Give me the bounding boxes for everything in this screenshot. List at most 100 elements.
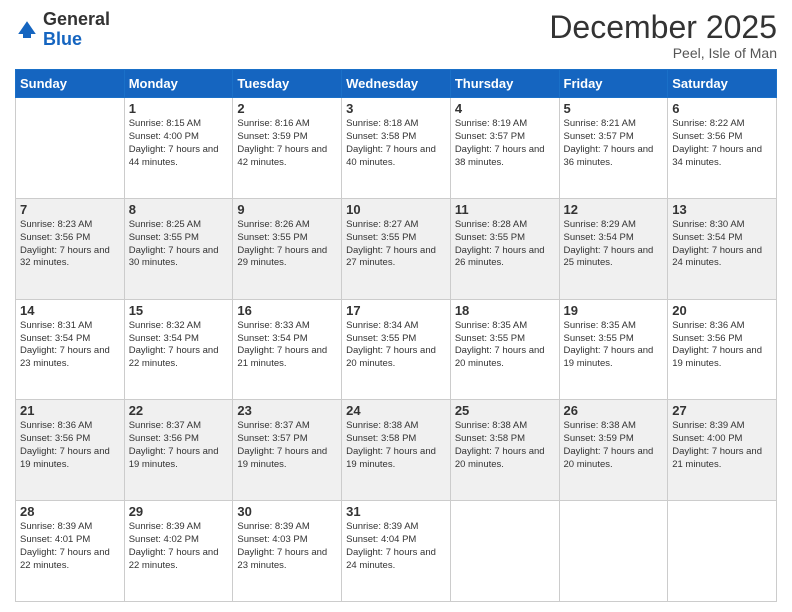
calendar-cell: 10 Sunrise: 8:27 AM Sunset: 3:55 PM Dayl… [342, 198, 451, 299]
day-number: 11 [455, 202, 555, 217]
calendar-week-row: 28 Sunrise: 8:39 AM Sunset: 4:01 PM Dayl… [16, 501, 777, 602]
day-number: 24 [346, 403, 446, 418]
day-number: 21 [20, 403, 120, 418]
logo-text: General Blue [43, 10, 110, 50]
day-info: Sunrise: 8:35 AM Sunset: 3:55 PM Dayligh… [564, 320, 664, 371]
day-number: 4 [455, 101, 555, 116]
day-info: Sunrise: 8:39 AM Sunset: 4:03 PM Dayligh… [237, 521, 337, 572]
location: Peel, Isle of Man [549, 45, 777, 61]
calendar-cell: 20 Sunrise: 8:36 AM Sunset: 3:56 PM Dayl… [668, 299, 777, 400]
day-info: Sunrise: 8:31 AM Sunset: 3:54 PM Dayligh… [20, 320, 120, 371]
day-number: 9 [237, 202, 337, 217]
calendar-cell [450, 501, 559, 602]
logo: General Blue [15, 10, 110, 50]
day-info: Sunrise: 8:34 AM Sunset: 3:55 PM Dayligh… [346, 320, 446, 371]
calendar-cell [668, 501, 777, 602]
day-number: 2 [237, 101, 337, 116]
calendar-cell: 6 Sunrise: 8:22 AM Sunset: 3:56 PM Dayli… [668, 98, 777, 199]
calendar-cell: 4 Sunrise: 8:19 AM Sunset: 3:57 PM Dayli… [450, 98, 559, 199]
calendar-cell: 30 Sunrise: 8:39 AM Sunset: 4:03 PM Dayl… [233, 501, 342, 602]
header-monday: Monday [124, 70, 233, 98]
calendar-table: Sunday Monday Tuesday Wednesday Thursday… [15, 69, 777, 602]
day-number: 14 [20, 303, 120, 318]
calendar-cell: 18 Sunrise: 8:35 AM Sunset: 3:55 PM Dayl… [450, 299, 559, 400]
calendar-cell: 28 Sunrise: 8:39 AM Sunset: 4:01 PM Dayl… [16, 501, 125, 602]
day-info: Sunrise: 8:39 AM Sunset: 4:02 PM Dayligh… [129, 521, 229, 572]
calendar-cell: 17 Sunrise: 8:34 AM Sunset: 3:55 PM Dayl… [342, 299, 451, 400]
day-info: Sunrise: 8:33 AM Sunset: 3:54 PM Dayligh… [237, 320, 337, 371]
day-info: Sunrise: 8:28 AM Sunset: 3:55 PM Dayligh… [455, 219, 555, 270]
day-info: Sunrise: 8:35 AM Sunset: 3:55 PM Dayligh… [455, 320, 555, 371]
day-number: 19 [564, 303, 664, 318]
calendar-cell: 27 Sunrise: 8:39 AM Sunset: 4:00 PM Dayl… [668, 400, 777, 501]
calendar-week-row: 7 Sunrise: 8:23 AM Sunset: 3:56 PM Dayli… [16, 198, 777, 299]
day-info: Sunrise: 8:32 AM Sunset: 3:54 PM Dayligh… [129, 320, 229, 371]
header-wednesday: Wednesday [342, 70, 451, 98]
calendar-cell [559, 501, 668, 602]
header-saturday: Saturday [668, 70, 777, 98]
day-number: 5 [564, 101, 664, 116]
calendar-cell: 8 Sunrise: 8:25 AM Sunset: 3:55 PM Dayli… [124, 198, 233, 299]
calendar-cell: 25 Sunrise: 8:38 AM Sunset: 3:58 PM Dayl… [450, 400, 559, 501]
day-number: 15 [129, 303, 229, 318]
day-info: Sunrise: 8:29 AM Sunset: 3:54 PM Dayligh… [564, 219, 664, 270]
calendar-cell: 7 Sunrise: 8:23 AM Sunset: 3:56 PM Dayli… [16, 198, 125, 299]
calendar-cell: 16 Sunrise: 8:33 AM Sunset: 3:54 PM Dayl… [233, 299, 342, 400]
month-title: December 2025 [549, 10, 777, 45]
calendar-cell: 9 Sunrise: 8:26 AM Sunset: 3:55 PM Dayli… [233, 198, 342, 299]
calendar-cell: 14 Sunrise: 8:31 AM Sunset: 3:54 PM Dayl… [16, 299, 125, 400]
calendar-week-row: 21 Sunrise: 8:36 AM Sunset: 3:56 PM Dayl… [16, 400, 777, 501]
day-info: Sunrise: 8:37 AM Sunset: 3:56 PM Dayligh… [129, 420, 229, 471]
day-info: Sunrise: 8:22 AM Sunset: 3:56 PM Dayligh… [672, 118, 772, 169]
header-friday: Friday [559, 70, 668, 98]
calendar-cell: 22 Sunrise: 8:37 AM Sunset: 3:56 PM Dayl… [124, 400, 233, 501]
calendar-cell: 5 Sunrise: 8:21 AM Sunset: 3:57 PM Dayli… [559, 98, 668, 199]
day-number: 6 [672, 101, 772, 116]
day-info: Sunrise: 8:25 AM Sunset: 3:55 PM Dayligh… [129, 219, 229, 270]
day-info: Sunrise: 8:39 AM Sunset: 4:00 PM Dayligh… [672, 420, 772, 471]
calendar-cell: 2 Sunrise: 8:16 AM Sunset: 3:59 PM Dayli… [233, 98, 342, 199]
header-thursday: Thursday [450, 70, 559, 98]
calendar-cell: 21 Sunrise: 8:36 AM Sunset: 3:56 PM Dayl… [16, 400, 125, 501]
day-number: 17 [346, 303, 446, 318]
page: General Blue December 2025 Peel, Isle of… [0, 0, 792, 612]
header-tuesday: Tuesday [233, 70, 342, 98]
day-info: Sunrise: 8:21 AM Sunset: 3:57 PM Dayligh… [564, 118, 664, 169]
day-number: 18 [455, 303, 555, 318]
day-info: Sunrise: 8:27 AM Sunset: 3:55 PM Dayligh… [346, 219, 446, 270]
calendar-cell: 26 Sunrise: 8:38 AM Sunset: 3:59 PM Dayl… [559, 400, 668, 501]
calendar-cell: 11 Sunrise: 8:28 AM Sunset: 3:55 PM Dayl… [450, 198, 559, 299]
header-sunday: Sunday [16, 70, 125, 98]
day-number: 7 [20, 202, 120, 217]
day-number: 16 [237, 303, 337, 318]
day-info: Sunrise: 8:36 AM Sunset: 3:56 PM Dayligh… [20, 420, 120, 471]
day-info: Sunrise: 8:37 AM Sunset: 3:57 PM Dayligh… [237, 420, 337, 471]
calendar-cell: 31 Sunrise: 8:39 AM Sunset: 4:04 PM Dayl… [342, 501, 451, 602]
day-info: Sunrise: 8:38 AM Sunset: 3:59 PM Dayligh… [564, 420, 664, 471]
day-info: Sunrise: 8:23 AM Sunset: 3:56 PM Dayligh… [20, 219, 120, 270]
day-number: 31 [346, 504, 446, 519]
logo-icon [15, 18, 39, 42]
day-number: 30 [237, 504, 337, 519]
day-number: 27 [672, 403, 772, 418]
calendar-header-row: Sunday Monday Tuesday Wednesday Thursday… [16, 70, 777, 98]
header: General Blue December 2025 Peel, Isle of… [15, 10, 777, 61]
calendar-cell: 15 Sunrise: 8:32 AM Sunset: 3:54 PM Dayl… [124, 299, 233, 400]
calendar-week-row: 1 Sunrise: 8:15 AM Sunset: 4:00 PM Dayli… [16, 98, 777, 199]
title-section: December 2025 Peel, Isle of Man [549, 10, 777, 61]
day-number: 3 [346, 101, 446, 116]
day-number: 12 [564, 202, 664, 217]
day-number: 25 [455, 403, 555, 418]
day-number: 1 [129, 101, 229, 116]
calendar-cell: 13 Sunrise: 8:30 AM Sunset: 3:54 PM Dayl… [668, 198, 777, 299]
day-number: 26 [564, 403, 664, 418]
calendar-cell: 23 Sunrise: 8:37 AM Sunset: 3:57 PM Dayl… [233, 400, 342, 501]
calendar-week-row: 14 Sunrise: 8:31 AM Sunset: 3:54 PM Dayl… [16, 299, 777, 400]
calendar-cell: 12 Sunrise: 8:29 AM Sunset: 3:54 PM Dayl… [559, 198, 668, 299]
calendar-cell [16, 98, 125, 199]
day-info: Sunrise: 8:26 AM Sunset: 3:55 PM Dayligh… [237, 219, 337, 270]
day-number: 10 [346, 202, 446, 217]
day-info: Sunrise: 8:30 AM Sunset: 3:54 PM Dayligh… [672, 219, 772, 270]
day-info: Sunrise: 8:36 AM Sunset: 3:56 PM Dayligh… [672, 320, 772, 371]
calendar-cell: 24 Sunrise: 8:38 AM Sunset: 3:58 PM Dayl… [342, 400, 451, 501]
